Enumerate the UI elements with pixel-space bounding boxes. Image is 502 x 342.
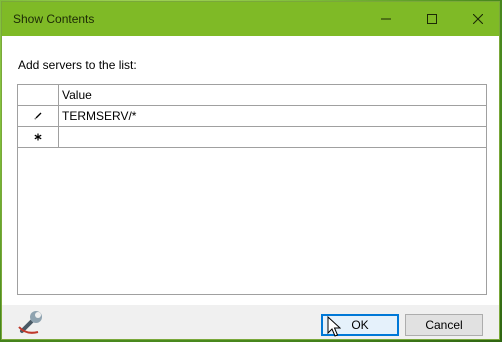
grid-header-row: Value [18,85,486,106]
row-header[interactable] [18,127,59,147]
column-header-value[interactable]: Value [62,88,92,102]
asterisk-icon [34,133,42,141]
dialog-footer: OK Cancel [2,305,499,339]
new-row[interactable] [18,127,486,148]
value-cell[interactable]: TERMSERV/* [62,109,136,123]
maximize-button[interactable] [409,2,455,36]
maximize-icon [427,14,437,24]
servers-grid[interactable]: Value TERMSERV/* [17,84,487,295]
close-icon [473,14,483,24]
title-bar[interactable]: Show Contents [2,2,499,36]
wrench-icon [18,311,42,334]
new-value-input[interactable] [59,127,486,147]
header-corner [18,85,59,105]
minimize-button[interactable] [363,2,409,36]
window-title: Show Contents [13,12,95,26]
row-header[interactable] [18,106,59,126]
mouse-cursor-icon [327,316,341,337]
close-button[interactable] [455,2,501,36]
show-contents-dialog: Show Contents Add servers to the list: V… [1,1,500,340]
cancel-button[interactable]: Cancel [405,314,483,336]
minimize-icon [381,18,391,20]
pencil-icon [34,112,42,120]
instruction-label: Add servers to the list: [18,58,137,72]
table-row[interactable]: TERMSERV/* [18,106,486,127]
dialog-content: Add servers to the list: Value TERMSERV/… [2,36,499,305]
